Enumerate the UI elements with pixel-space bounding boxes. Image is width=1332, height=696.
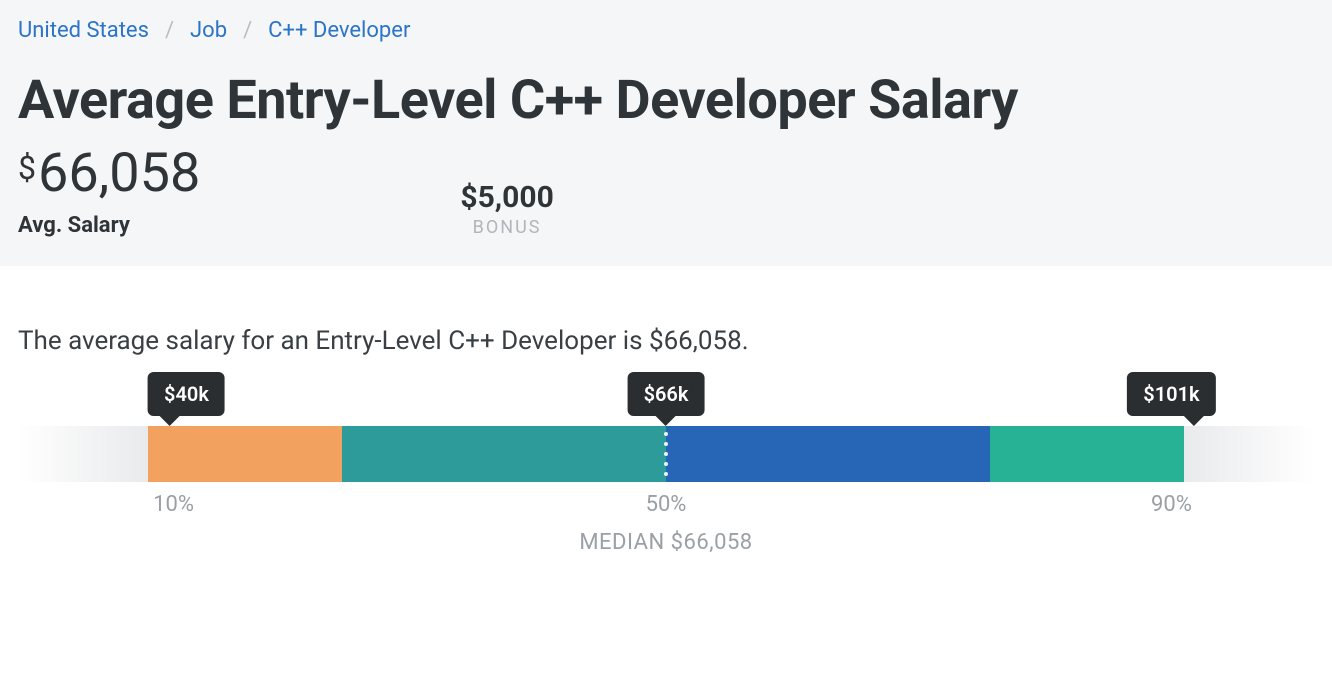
distribution-bar <box>18 426 1314 482</box>
axis-label-p90: 90% <box>1151 492 1192 517</box>
salary-number: 66,058 <box>38 146 200 203</box>
segment-10-25 <box>148 426 342 482</box>
page-title: Average Entry-Level C++ Developer Salary <box>18 69 1314 132</box>
bonus-block: $5,000 BONUS <box>460 180 553 238</box>
avg-salary-label: Avg. Salary <box>18 213 200 238</box>
tooltip-p90: $101k <box>1127 372 1215 416</box>
avg-salary-block: $ 66,058 Avg. Salary <box>18 146 200 238</box>
segment-above-90 <box>1184 426 1314 482</box>
breadcrumb: United States / Job / C++ Developer <box>18 18 1314 43</box>
segment-25-50 <box>342 426 666 482</box>
segment-50-75 <box>666 426 990 482</box>
axis-label-p50: 50% <box>646 492 687 517</box>
avg-salary-amount: $ 66,058 <box>18 146 200 203</box>
tooltip-p10: $40k <box>148 372 225 416</box>
breadcrumb-job[interactable]: C++ Developer <box>268 18 410 43</box>
bonus-label: BONUS <box>460 217 553 238</box>
median-label: MEDIAN $66,058 <box>579 530 752 555</box>
salary-distribution-chart: $40k $66k $101k 10% 50% 90% MEDIAN $66,0… <box>18 426 1314 482</box>
breadcrumb-middle[interactable]: Job <box>190 18 227 43</box>
bonus-amount: $5,000 <box>460 180 553 215</box>
tooltip-p50: $66k <box>628 372 705 416</box>
salary-row: $ 66,058 Avg. Salary $5,000 BONUS <box>18 146 1314 238</box>
segment-75-90 <box>990 426 1184 482</box>
segment-below-10 <box>18 426 148 482</box>
body: The average salary for an Entry-Level C+… <box>0 266 1332 482</box>
breadcrumb-country[interactable]: United States <box>18 18 149 43</box>
axis-label-p10: 10% <box>153 492 194 517</box>
median-marker <box>664 426 668 482</box>
breadcrumb-separator: / <box>243 18 252 43</box>
breadcrumb-separator: / <box>165 18 174 43</box>
salary-description: The average salary for an Entry-Level C+… <box>18 326 1314 356</box>
currency-symbol: $ <box>18 152 36 186</box>
header: United States / Job / C++ Developer Aver… <box>0 0 1332 266</box>
